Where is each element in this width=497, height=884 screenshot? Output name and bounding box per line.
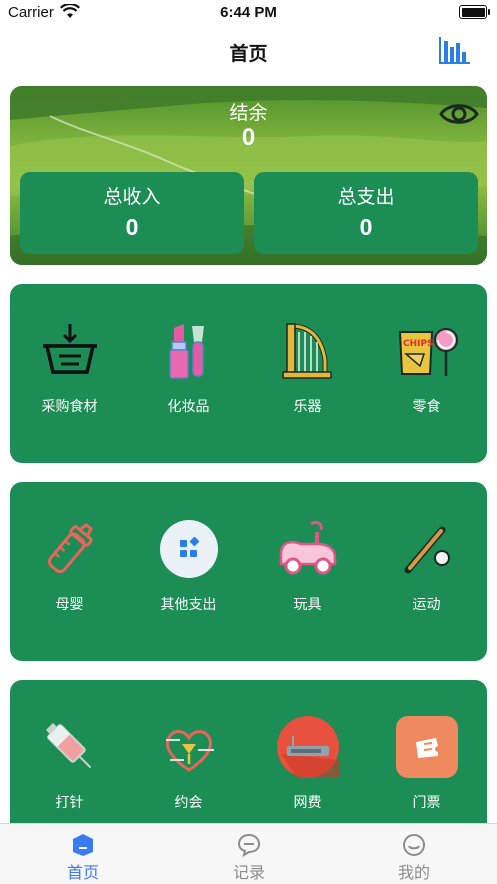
total-expense-box: 总支出 0 (254, 172, 478, 254)
total-income-label: 总收入 (103, 187, 161, 208)
tab-bar: 首页 记录 我的 (0, 823, 497, 884)
toy-car-icon (279, 520, 337, 575)
category-label: 化妆品 (167, 398, 210, 414)
chat-icon (237, 833, 261, 857)
category-item-internet[interactable]: 网费 (248, 710, 367, 820)
bar-chart-icon[interactable] (437, 33, 471, 67)
category-item-sports[interactable]: 运动 (367, 512, 486, 622)
total-expense-label: 总支出 (337, 187, 395, 208)
harp-icon (282, 323, 332, 379)
category-label: 零食 (412, 398, 441, 414)
category-item-other[interactable]: 其他支出 (129, 512, 248, 622)
date-icon (165, 730, 214, 772)
status-bar: Carrier 6:44 PM (0, 0, 497, 26)
category-label: 玩具 (293, 596, 322, 612)
category-item-groceries[interactable]: 采购食材 (10, 314, 129, 424)
router-icon (277, 716, 339, 778)
status-time: 6:44 PM (220, 4, 277, 21)
baby-bottle-icon (47, 522, 93, 573)
tab-home[interactable]: 首页 (0, 824, 166, 884)
basket-icon (43, 324, 97, 374)
category-item-baby[interactable]: 母婴 (10, 512, 129, 622)
category-label: 打针 (55, 794, 84, 810)
tab-label: 我的 (397, 865, 430, 882)
lipstick-icon (169, 324, 204, 379)
category-panel-2: 母婴 其他支出 玩具 运动 (10, 482, 487, 661)
category-item-cosmetics[interactable]: 化妆品 (129, 314, 248, 424)
balance-value: 0 (241, 124, 256, 151)
total-income-value: 0 (125, 214, 139, 240)
page-title: 首页 (229, 44, 268, 65)
category-item-tickets[interactable]: 门票 (367, 710, 486, 820)
balance-label: 结余 (229, 103, 268, 124)
ticket-icon (396, 716, 458, 778)
category-item-toys[interactable]: 玩具 (248, 512, 367, 622)
category-item-injection[interactable]: 打针 (10, 710, 129, 820)
category-label: 采购食材 (41, 398, 98, 414)
tab-profile[interactable]: 我的 (331, 824, 497, 884)
battery-icon (459, 5, 490, 19)
category-label: 乐器 (293, 398, 322, 414)
category-item-instruments[interactable]: 乐器 (248, 314, 367, 424)
snacks-icon: CHIPS (398, 328, 458, 376)
eye-icon[interactable] (439, 96, 479, 132)
category-item-snacks[interactable]: CHIPS 零食 (367, 314, 486, 424)
tab-label: 首页 (66, 865, 99, 882)
tab-label: 记录 (232, 865, 265, 882)
home-icon (73, 834, 93, 856)
baseball-icon (404, 526, 450, 574)
category-label: 网费 (293, 794, 322, 810)
svg-text:CHIPS: CHIPS (403, 339, 434, 349)
balance-card: 结余 0 总收入 0 总支出 0 (10, 86, 487, 265)
category-panel-1: 采购食材 化妆品 乐器 CHIPS 零食 (10, 284, 487, 463)
category-label: 约会 (174, 794, 203, 810)
category-label: 其他支出 (160, 596, 217, 612)
other-icon (160, 520, 218, 578)
total-expense-value: 0 (359, 214, 373, 240)
profile-icon (403, 834, 425, 856)
total-income-box: 总收入 0 (20, 172, 244, 254)
category-label: 运动 (412, 596, 441, 612)
syringe-icon (45, 722, 92, 769)
category-label: 母婴 (55, 596, 84, 612)
tab-records[interactable]: 记录 (166, 824, 332, 884)
category-label: 门票 (412, 794, 441, 810)
nav-bar: 首页 (0, 28, 497, 72)
category-item-dating[interactable]: 约会 (129, 710, 248, 820)
